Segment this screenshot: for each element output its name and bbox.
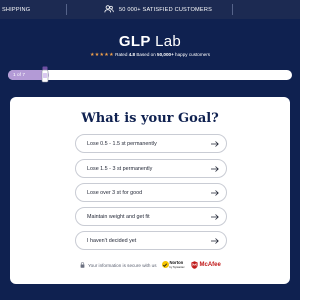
norton-subtitle: by Symantec bbox=[169, 265, 185, 269]
topbar-divider bbox=[66, 4, 67, 15]
checkmark-icon bbox=[161, 261, 169, 269]
norton-badge: Norton by Symantec bbox=[161, 259, 185, 270]
norton-name: Norton bbox=[169, 259, 184, 265]
answer-option-label: Lose over 3 st for good bbox=[87, 189, 143, 196]
users-icon bbox=[104, 4, 114, 16]
progress-bar-track bbox=[8, 70, 292, 80]
shipping-text: SHIPPING bbox=[2, 6, 31, 13]
answer-option-label: Lose 0.5 - 1.5 st permanently bbox=[87, 140, 157, 147]
security-text: Your information is secure with us bbox=[88, 262, 157, 268]
lock-icon bbox=[80, 262, 85, 268]
answer-option[interactable]: I haven't decided yet bbox=[75, 231, 227, 250]
rating-count: 50,000+ bbox=[157, 52, 174, 57]
question-title: What is your Goal? bbox=[81, 111, 219, 126]
topbar-divider bbox=[232, 4, 233, 15]
answer-option-label: Maintain weight and get fit bbox=[87, 213, 150, 220]
arrow-right-icon bbox=[211, 189, 219, 196]
rating-prefix: Rated bbox=[115, 52, 129, 57]
rating-middle: Based on bbox=[135, 52, 158, 57]
customers-badge: 50 000+ SATISFIED CUSTOMERS bbox=[104, 4, 212, 16]
norton-label: Norton by Symantec bbox=[169, 259, 185, 270]
arrow-right-icon bbox=[211, 213, 219, 220]
answer-option[interactable]: Lose over 3 st for good bbox=[75, 183, 227, 202]
answer-option[interactable]: Lose 0.5 - 1.5 st permanently bbox=[75, 134, 227, 153]
answer-option-label: Lose 1.5 - 3 st permanently bbox=[87, 165, 153, 172]
rating-summary: ★★★★★ Rated 4.8 Based on 50,000+ happy c… bbox=[0, 52, 300, 58]
star-rating-icon: ★★★★★ bbox=[89, 52, 114, 58]
mcafee-shield-icon bbox=[190, 260, 198, 270]
brand-name-light: Lab bbox=[150, 33, 182, 50]
arrow-right-icon bbox=[211, 165, 219, 172]
arrow-right-icon bbox=[211, 237, 219, 244]
customers-text: 50 000+ SATISFIED CUSTOMERS bbox=[119, 7, 213, 13]
progress-label: 1 of 7 bbox=[13, 72, 26, 78]
announcement-bar: SHIPPING 50 000+ SATISFIED CUSTOMERS bbox=[0, 0, 300, 19]
brand-name-bold: GLP bbox=[118, 33, 151, 50]
answer-option[interactable]: Maintain weight and get fit bbox=[75, 207, 227, 226]
arrow-right-icon bbox=[211, 140, 219, 147]
mcafee-label: McAfee bbox=[199, 262, 221, 268]
brand-logo[interactable]: GLP Lab bbox=[0, 33, 300, 50]
rating-suffix: happy customers bbox=[173, 52, 211, 57]
mcafee-badge: McAfee bbox=[190, 260, 221, 270]
answer-option-label: I haven't decided yet bbox=[87, 237, 137, 244]
answer-option[interactable]: Lose 1.5 - 3 st permanently bbox=[75, 159, 227, 178]
pen-icon bbox=[41, 66, 49, 84]
security-notice: Your information is secure with us Norto… bbox=[80, 259, 221, 271]
